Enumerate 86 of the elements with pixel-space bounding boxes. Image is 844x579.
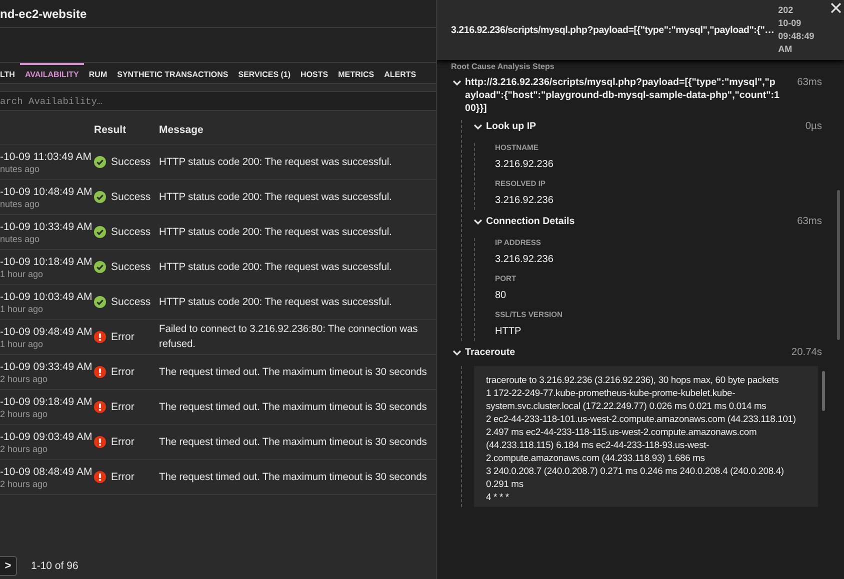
tab[interactable]: RUM (84, 63, 112, 83)
result-label: Success (111, 191, 151, 203)
message: HTTP status code 200: The request was successful. (159, 260, 393, 274)
message: HTTP status code 200: The request was successful. (159, 190, 393, 204)
step-title: Look up IP (486, 120, 538, 133)
exclamation-circle-icon (94, 366, 106, 378)
close-icon[interactable] (830, 2, 842, 14)
section-label: Root Cause Analysis Steps (451, 62, 556, 71)
relative-time: 2 hours ago (0, 374, 49, 384)
exclamation-circle-icon (94, 471, 106, 483)
tab[interactable]: ALERTS (379, 63, 422, 83)
timestamp: -10-09 10:48:49 AM (0, 186, 94, 198)
timestamp-part: 09:48:49 (778, 30, 816, 43)
column-header: Result (94, 124, 128, 136)
step-duration: 0µs (804, 120, 823, 134)
message: Failed to connect to 3.216.92.236:80: The connection was refused. (159, 323, 419, 352)
step-title: http://3.216.92.236/scripts/mysql.php?payload=[{"type":"mysql","payload":{"host":"playground-db-mysql-sample-data-php","count":100}}] (465, 76, 780, 115)
timestamp-part: AM (778, 43, 794, 56)
scrollbar-thumb (822, 371, 825, 411)
result-label: Success (111, 156, 151, 168)
timestamp: -10-09 09:03:49 AM (0, 430, 94, 442)
exclamation-circle-icon (94, 331, 106, 343)
tab[interactable]: METRICS (333, 63, 380, 83)
relative-time: 1 hour ago (0, 338, 44, 348)
result-label: Error (111, 331, 134, 343)
step-title: Traceroute (465, 346, 516, 359)
field-value: 3.216.92.236 (495, 159, 554, 170)
relative-time: 2 hours ago (0, 444, 49, 454)
check-circle-icon (94, 191, 106, 203)
message: The request timed out. The maximum timeout is 30 seconds (159, 366, 428, 380)
result-label: Success (111, 261, 151, 273)
check-circle-icon (94, 226, 106, 238)
field-value: 3.216.92.236 (495, 254, 554, 265)
page-range: 1-10 of 96 (31, 560, 78, 572)
result-label: Success (111, 296, 151, 308)
result-label: Success (111, 226, 151, 238)
check-circle-icon (94, 156, 106, 168)
message: HTTP status code 200: The request was successful. (159, 156, 393, 170)
result-label: Error (111, 471, 134, 483)
timestamp-part: 10-09 (778, 17, 802, 30)
timestamp-part: 202 (778, 4, 794, 17)
relative-time: 1 hour ago (0, 268, 44, 278)
timestamp: -10-09 11:03:49 AM (0, 150, 92, 162)
relative-time: 2 hours ago (0, 408, 49, 418)
timestamp: -10-09 08:48:49 AM (0, 466, 94, 478)
page-title: nd-ec2-website (0, 6, 87, 20)
check-circle-icon (94, 296, 106, 308)
timestamp: -10-09 09:33:49 AM (0, 360, 94, 372)
message: The request timed out. The maximum timeout is 30 seconds (159, 436, 428, 450)
result-label: Error (111, 401, 134, 413)
exclamation-circle-icon (94, 401, 106, 413)
step-duration: 20.74s (790, 346, 823, 360)
field-value: 80 (495, 290, 508, 301)
next-page-button[interactable]: > (0, 556, 17, 576)
tab[interactable]: AVAILABILITY (20, 63, 84, 83)
tab[interactable]: HOSTS (296, 63, 334, 83)
timestamp: -10-09 09:18:49 AM (0, 396, 94, 408)
timestamp: -10-09 10:03:49 AM (0, 290, 94, 302)
message: The request timed out. The maximum timeout is 30 seconds (159, 400, 428, 414)
traceroute-output: traceroute to 3.216.92.236 (3.216.92.236), 30 hops max, 60 byte packets 1 172-22-249-77.kube-prometheus-kube-prome-kubelet.kube-system.svc.cluster.local (172.22.249.77) 0.026 ms 0.021 ms 0.014 ms 2 ec2-44-233-118-101.us-west-2.compute.amazonaws.com (44.233.118.101) 2.497 ms ec2-44-233-118-115.us-west-2.compute.amazonaws.com (44.233.118.115) 6.184 ms ec2-44-233-118-93.us-west-2.compute.amazonaws.com (44.233.118.93) 1.686 ms 3 240.0.208.7 (240.0.208.7) 0.271 ms 0.246 ms 240.0.208.4 (240.0.208.4) 0.291 ms 4 * * * (474, 366, 818, 507)
relative-time: nutes ago (0, 164, 41, 174)
column-header: Message (159, 124, 204, 136)
step-duration: 63ms (796, 215, 823, 229)
result-label: Error (111, 436, 134, 448)
relative-time: nutes ago (0, 198, 41, 208)
check-circle-icon (94, 261, 106, 273)
step-duration: 63ms (796, 76, 823, 90)
tab[interactable]: LTH (0, 63, 20, 83)
exclamation-circle-icon (94, 436, 106, 448)
message: HTTP status code 200: The request was successful. (159, 226, 393, 240)
timestamp: -10-09 09:48:49 AM (0, 326, 94, 338)
field-value: HTTP (495, 326, 522, 337)
field-value: 3.216.92.236 (495, 195, 554, 206)
relative-time: 1 hour ago (0, 304, 44, 314)
tab[interactable]: SERVICES (1) (233, 63, 296, 83)
detail-title: 3.216.92.236/scripts/mysql.php?payload=[{"type":"mysql","payload":{"… (451, 24, 774, 36)
tab[interactable]: SYNTHETIC TRANSACTIONS (112, 63, 234, 83)
relative-time: nutes ago (0, 234, 41, 244)
result-label: Error (111, 366, 134, 378)
message: HTTP status code 200: The request was successful. (159, 296, 393, 310)
message: The request timed out. The maximum timeout is 30 seconds (159, 470, 428, 484)
timestamp: -10-09 10:33:49 AM (0, 220, 94, 232)
search-field[interactable]: arch Availability… (0, 91, 436, 111)
timestamp: -10-09 10:18:49 AM (0, 256, 94, 268)
relative-time: 2 hours ago (0, 478, 49, 488)
step-title: Connection Details (486, 215, 576, 228)
